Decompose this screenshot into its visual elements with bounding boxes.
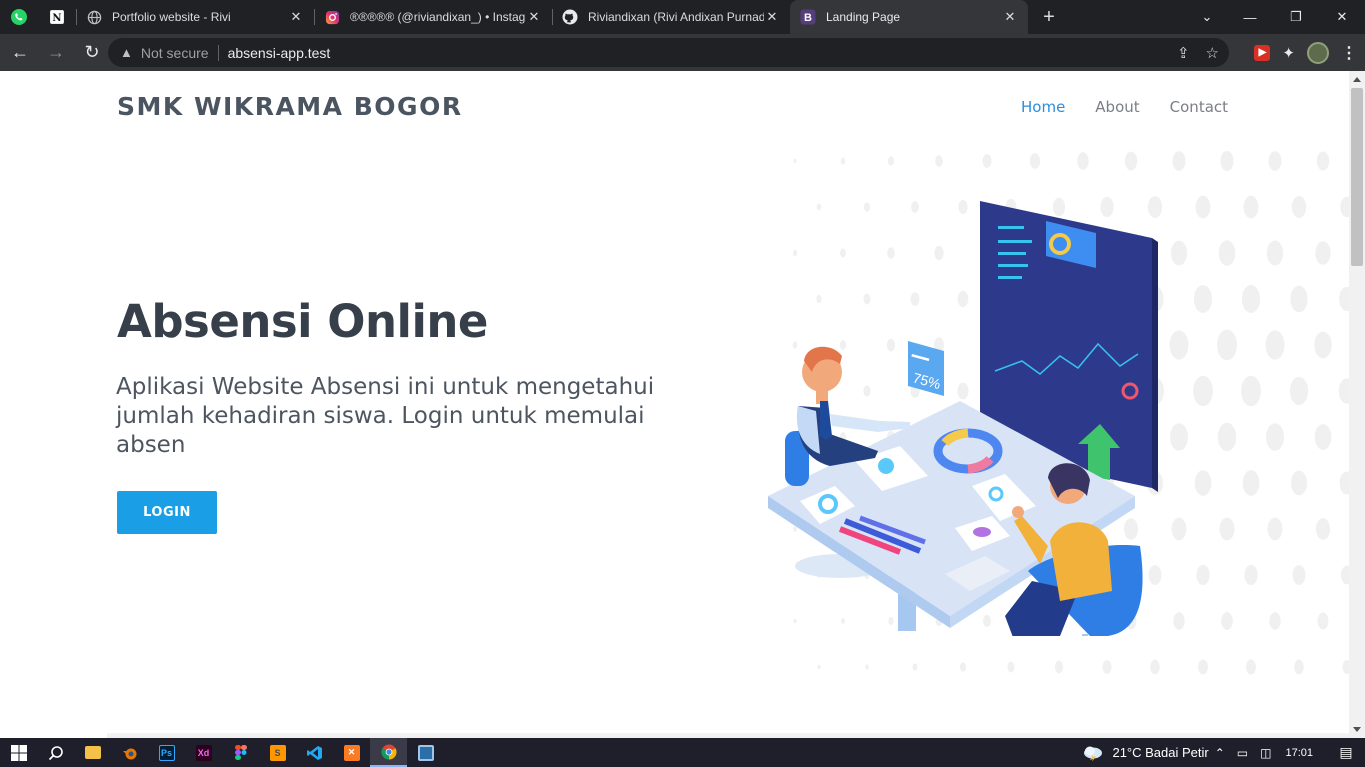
- back-arrow-icon[interactable]: ←: [4, 37, 36, 69]
- restore-button[interactable]: ❐: [1273, 0, 1319, 34]
- url-text[interactable]: absensi-app.test: [228, 45, 331, 61]
- windows-taskbar: Ps Xd S ✕ 21°C Badai Petir ⌃ ▭ ◫ 17:01 ▤: [0, 738, 1365, 767]
- figma-icon[interactable]: [222, 738, 259, 767]
- clock[interactable]: 17:01: [1285, 747, 1313, 759]
- github-icon: [562, 9, 578, 25]
- notion-icon: N: [50, 10, 64, 24]
- instagram-icon: [324, 9, 340, 25]
- forward-arrow-icon[interactable]: →: [40, 37, 72, 69]
- thunderstorm-icon[interactable]: [1082, 745, 1104, 761]
- tab-title: ®®®®® (@riviandixan_) • Instagram: [350, 10, 526, 24]
- network-icon[interactable]: ◫: [1260, 746, 1271, 760]
- close-icon[interactable]: ✕: [288, 9, 304, 25]
- warning-icon[interactable]: ▲: [120, 45, 133, 60]
- tab-title: Riviandixan (Rivi Andixan Purnadi): [588, 10, 764, 24]
- photoshop-icon[interactable]: Ps: [148, 738, 185, 767]
- weather-text[interactable]: 21°C Badai Petir: [1112, 745, 1208, 760]
- puzzle-icon[interactable]: ✦: [1282, 44, 1295, 62]
- minimize-button[interactable]: —: [1227, 0, 1273, 34]
- window-controls: ⌄ — ❐ ✕: [1187, 0, 1365, 34]
- chrome-icon[interactable]: [370, 738, 407, 767]
- scroll-down-arrow-icon[interactable]: [1353, 727, 1361, 732]
- vscode-icon[interactable]: [296, 738, 333, 767]
- file-explorer-icon[interactable]: [74, 738, 111, 767]
- site-brand[interactable]: SMK WIKRAMA BOGOR: [117, 92, 463, 121]
- menu-kebab-icon[interactable]: ⋮: [1341, 43, 1357, 63]
- xampp-icon[interactable]: ✕: [333, 738, 370, 767]
- desktop-app-icon[interactable]: [407, 738, 444, 767]
- tab-title: Landing Page: [826, 10, 901, 24]
- divider: [217, 44, 219, 61]
- nav-about[interactable]: About: [1095, 98, 1139, 116]
- extension-icon[interactable]: ▶: [1254, 44, 1271, 61]
- pinned-tab-notion[interactable]: N: [38, 0, 76, 34]
- scroll-up-arrow-icon[interactable]: [1353, 77, 1361, 82]
- bookmark-star-icon[interactable]: ☆: [1206, 44, 1219, 62]
- address-bar[interactable]: ▲ Not secure absensi-app.test ⇪ ☆: [108, 38, 1229, 67]
- nav-contact[interactable]: Contact: [1170, 98, 1228, 116]
- blender-icon[interactable]: [111, 738, 148, 767]
- system-tray: 21°C Badai Petir ⌃ ▭ ◫ 17:01 ▤: [1082, 738, 1365, 767]
- sublime-text-icon[interactable]: S: [259, 738, 296, 767]
- tab-title: Portfolio website - Rivi: [112, 10, 231, 24]
- meeting-illustration: 75%: [768, 201, 1158, 636]
- close-icon[interactable]: ✕: [1002, 9, 1018, 25]
- tab-portfolio[interactable]: Portfolio website - Rivi ✕: [76, 0, 314, 34]
- notifications-icon[interactable]: ▤: [1327, 744, 1365, 761]
- login-button[interactable]: LOGIN: [117, 491, 217, 534]
- nav-home[interactable]: Home: [1021, 98, 1065, 116]
- new-tab-button[interactable]: +: [1028, 0, 1070, 34]
- pinned-tab-whatsapp[interactable]: [0, 0, 38, 34]
- adobe-xd-icon[interactable]: Xd: [185, 738, 222, 767]
- svg-text:N: N: [52, 13, 61, 24]
- svg-text:B: B: [804, 12, 812, 24]
- search-icon[interactable]: [37, 738, 74, 767]
- landing-page: SMK WIKRAMA BOGOR Home About Contact Abs…: [0, 71, 1349, 738]
- close-window-button[interactable]: ✕: [1319, 0, 1365, 34]
- windows-start-icon[interactable]: [0, 738, 37, 767]
- browser-toolbar: ← → ↻ ▲ Not secure absensi-app.test ⇪ ☆ …: [0, 34, 1365, 71]
- page-scrollbar[interactable]: [1349, 71, 1365, 738]
- whatsapp-icon: [11, 9, 27, 25]
- close-icon[interactable]: ✕: [526, 9, 542, 25]
- tab-landing-page[interactable]: B Landing Page ✕: [790, 0, 1028, 34]
- percentage-card: 75%: [908, 341, 944, 396]
- scroll-thumb[interactable]: [1351, 88, 1363, 266]
- bootstrap-icon: B: [800, 9, 816, 25]
- main-nav: Home About Contact: [1021, 98, 1228, 116]
- browser-tab-strip: N Portfolio website - Rivi ✕ ®®®®® (@riv…: [0, 0, 1365, 34]
- close-icon[interactable]: ✕: [764, 9, 780, 25]
- reload-icon[interactable]: ↻: [76, 37, 108, 69]
- share-icon[interactable]: ⇪: [1177, 44, 1190, 62]
- globe-icon: [86, 9, 102, 25]
- hero-subtitle: Aplikasi Website Absensi ini untuk menge…: [116, 374, 655, 458]
- extensions-area: ▶ ✦ ⋮: [1254, 38, 1357, 67]
- tab-github[interactable]: Riviandixan (Rivi Andixan Purnadi) ✕: [552, 0, 790, 34]
- security-label[interactable]: Not secure: [141, 45, 209, 61]
- battery-icon[interactable]: ▭: [1237, 746, 1248, 760]
- tab-search-chevron-icon[interactable]: ⌄: [1187, 0, 1227, 34]
- tab-instagram[interactable]: ®®®®® (@riviandixan_) • Instagram ✕: [314, 0, 552, 34]
- address-bar-actions: ⇪ ☆: [1177, 38, 1219, 67]
- profile-avatar[interactable]: [1307, 41, 1329, 64]
- hero-title: Absensi Online: [117, 295, 488, 348]
- chevron-up-icon[interactable]: ⌃: [1215, 746, 1225, 760]
